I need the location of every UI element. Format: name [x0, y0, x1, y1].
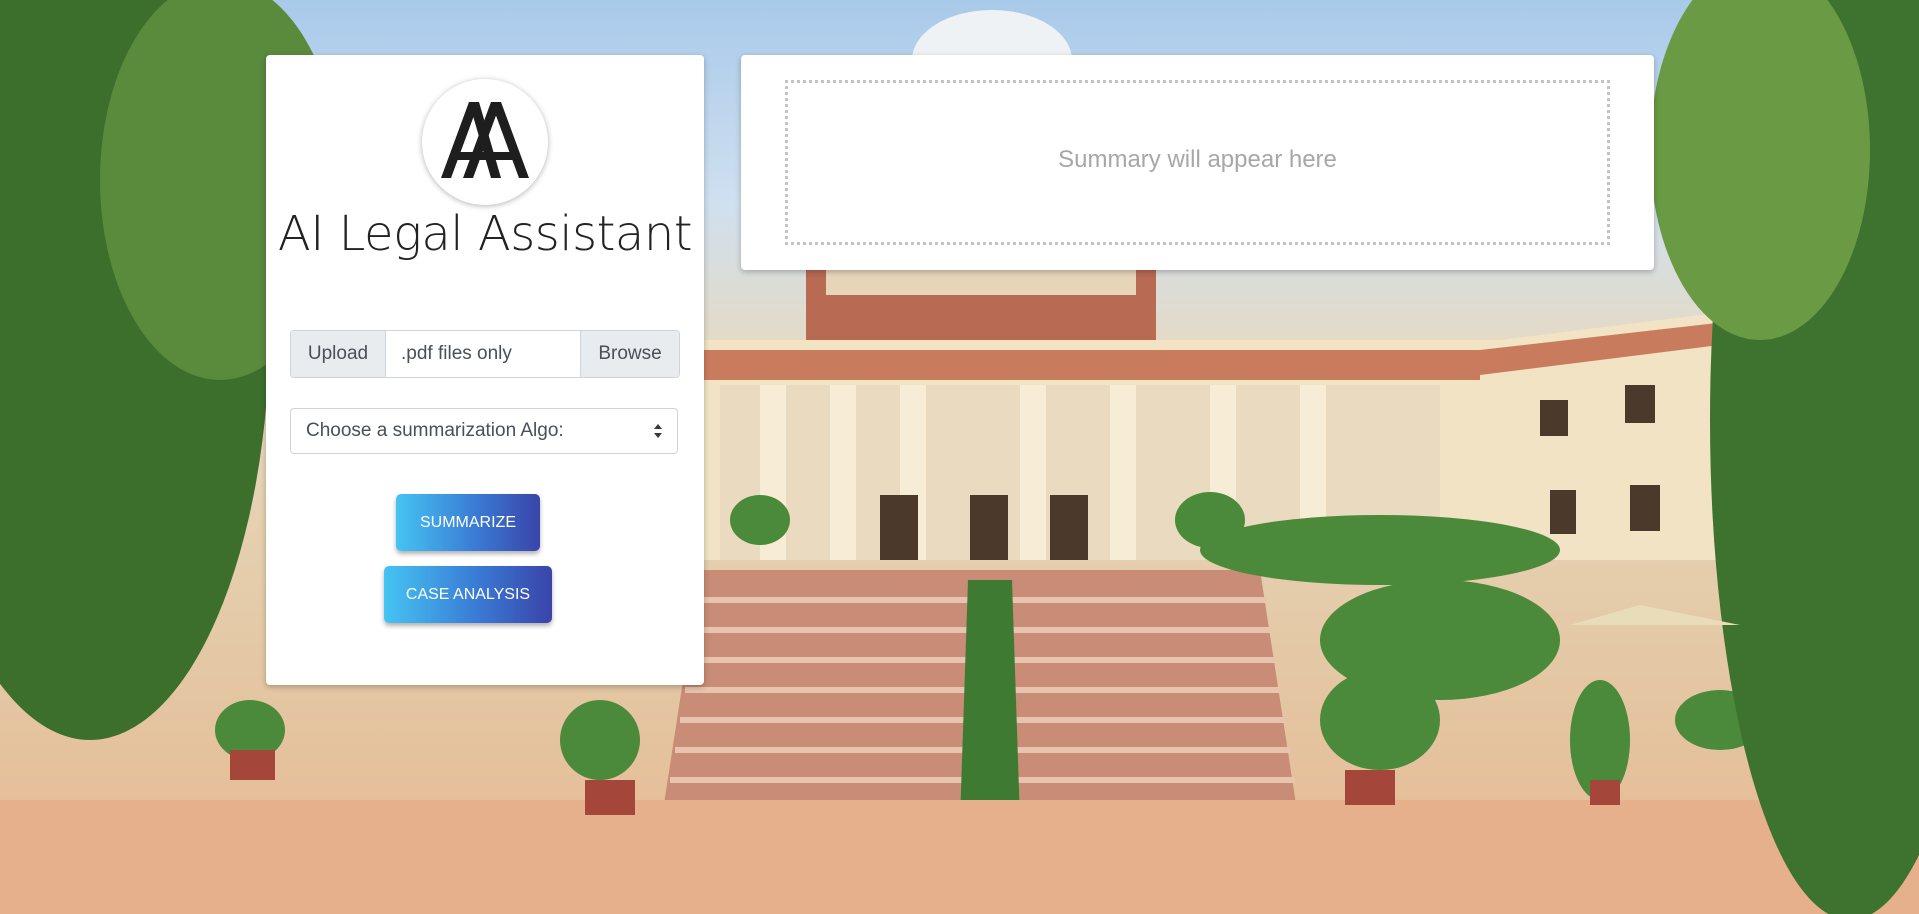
case-analysis-button[interactable]: CASE ANALYSIS: [384, 566, 552, 623]
browse-button[interactable]: Browse: [580, 331, 679, 377]
app-title: AI Legal Assistant: [277, 206, 693, 262]
summarization-algo-select[interactable]: Choose a summarization Algo:: [290, 408, 678, 454]
file-input[interactable]: .pdf files only: [386, 331, 580, 377]
select-arrows-icon: [653, 423, 663, 439]
file-upload-control[interactable]: Upload .pdf files only Browse: [290, 330, 680, 378]
summary-output-area: Summary will appear here: [785, 80, 1610, 245]
upload-label: Upload: [291, 331, 386, 377]
aa-monogram-icon: [439, 100, 531, 184]
control-panel-card: AI Legal Assistant Upload .pdf files onl…: [266, 55, 704, 685]
logo: [422, 79, 548, 205]
algo-select-value: Choose a summarization Algo:: [306, 420, 564, 441]
summarize-button[interactable]: SUMMARIZE: [396, 494, 540, 551]
summary-card: Summary will appear here: [741, 55, 1654, 270]
